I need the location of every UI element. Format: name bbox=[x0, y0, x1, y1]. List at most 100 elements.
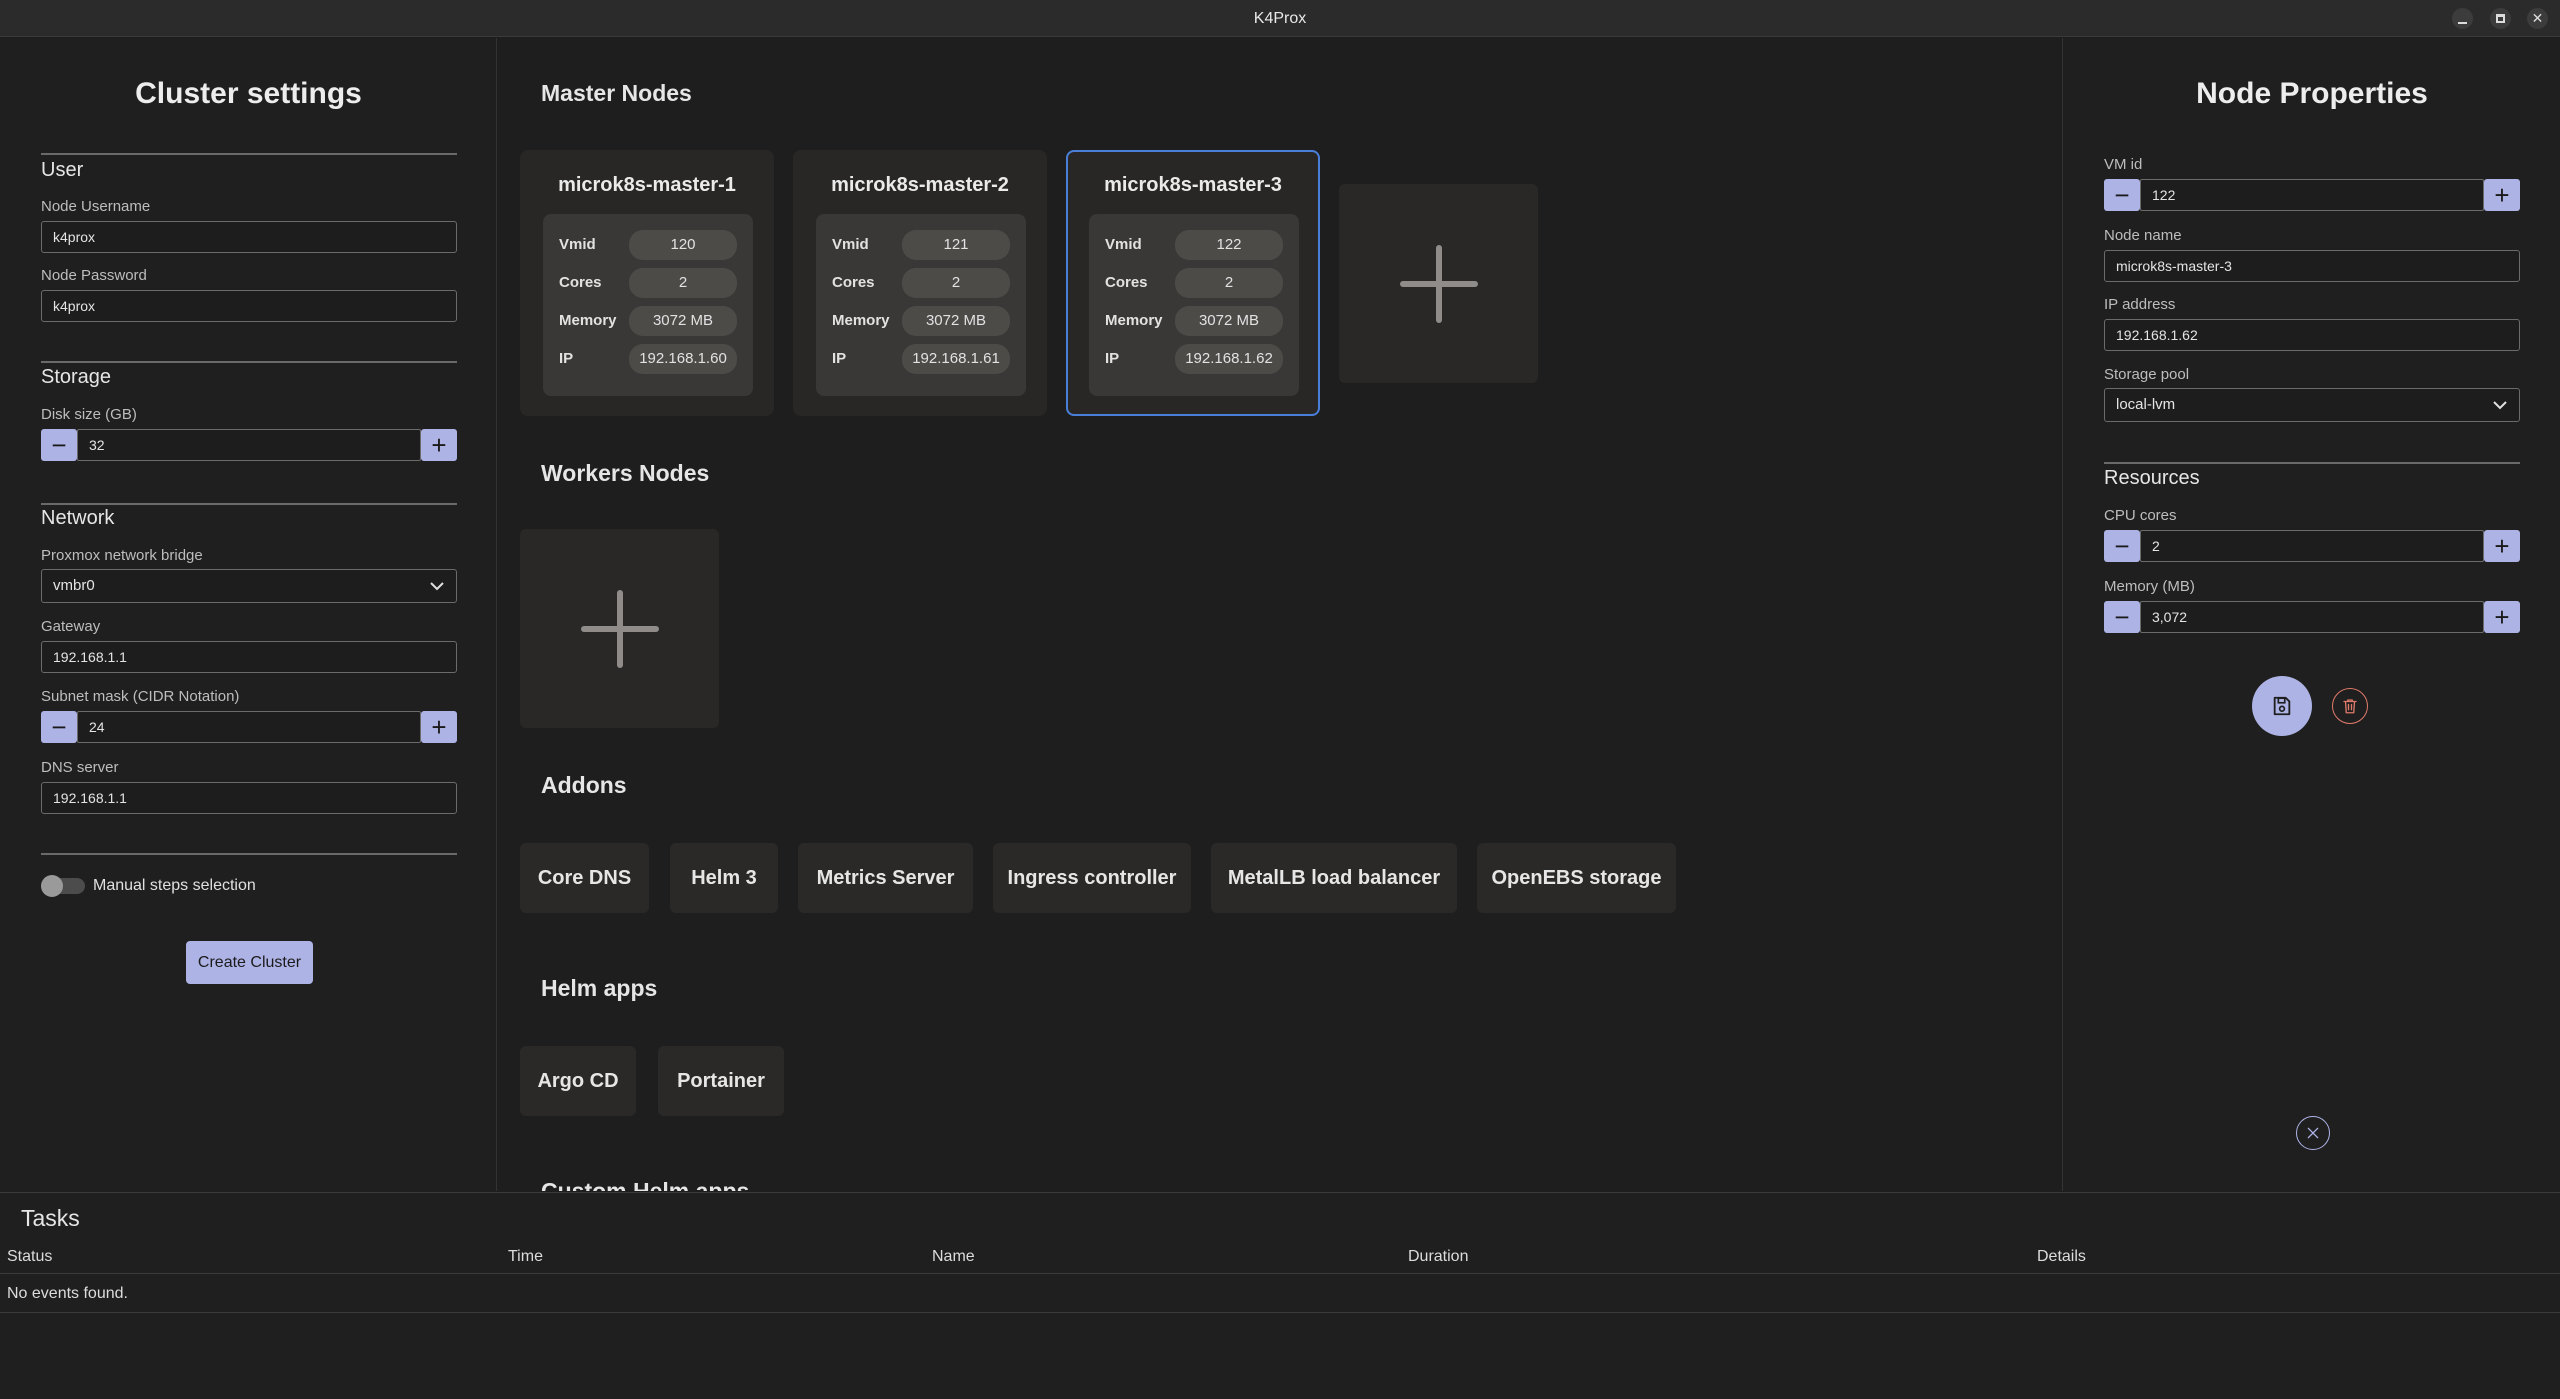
empty-state-text: No events found. bbox=[7, 1285, 128, 1302]
cores-value: 2 bbox=[1175, 268, 1283, 298]
addon-chip[interactable]: Core DNS bbox=[520, 843, 649, 913]
master-node-card[interactable]: microk8s-master-2 Vmid 121 Cores 2 Memory 3… bbox=[793, 150, 1047, 416]
cores-value: 2 bbox=[629, 268, 737, 298]
helm-app-chip[interactable]: Portainer bbox=[658, 1046, 784, 1116]
cpu-cores-label: CPU cores bbox=[2104, 507, 2177, 524]
network-section-title: Network bbox=[41, 507, 115, 529]
decrement-button[interactable]: − bbox=[41, 711, 77, 743]
vmid-input[interactable]: 122 bbox=[2140, 179, 2484, 211]
column-header[interactable]: Duration bbox=[1408, 1240, 1468, 1274]
column-header[interactable]: Time bbox=[508, 1240, 543, 1274]
user-section-title: User bbox=[41, 159, 84, 181]
increment-button[interactable]: + bbox=[2484, 179, 2520, 211]
node-username-label: Node Username bbox=[41, 198, 151, 215]
memory-label: Memory (MB) bbox=[2104, 578, 2195, 595]
column-header[interactable]: Name bbox=[932, 1240, 975, 1274]
helm-app-chip[interactable]: Argo CD bbox=[520, 1046, 636, 1116]
subnet-mask-input[interactable]: 24 bbox=[77, 711, 421, 743]
storage-pool-value: local-lvm bbox=[2116, 396, 2176, 413]
increment-button[interactable]: + bbox=[2484, 530, 2520, 562]
addon-chip[interactable]: Metrics Server bbox=[798, 843, 973, 913]
master-nodes-title: Master Nodes bbox=[541, 80, 692, 106]
tasks-panel: Tasks Status Time Name Duration Details … bbox=[0, 1192, 2560, 1399]
decrement-button[interactable]: − bbox=[41, 429, 77, 461]
memory-value: 3072 MB bbox=[902, 306, 1010, 336]
memory-stepper: − 3,072 + bbox=[2104, 601, 2520, 633]
ip-label: IP bbox=[559, 350, 574, 367]
memory-value: 3072 MB bbox=[1175, 306, 1283, 336]
vmid-value: 122 bbox=[1175, 230, 1283, 260]
dns-server-input[interactable]: 192.168.1.1 bbox=[41, 782, 457, 814]
node-name: microk8s-master-3 bbox=[1104, 174, 1282, 196]
subnet-mask-stepper: − 24 + bbox=[41, 711, 457, 743]
ip-value: 192.168.1.61 bbox=[902, 344, 1010, 374]
chevron-down-icon bbox=[2493, 401, 2507, 410]
network-bridge-select[interactable]: vmbr0 bbox=[41, 569, 457, 603]
node-info: Vmid 122 Cores 2 Memory 3072 MB IP 192.168.1… bbox=[1089, 214, 1299, 396]
master-node-card[interactable]: microk8s-master-1 Vmid 120 Cores 2 Memory 3… bbox=[520, 150, 774, 416]
decrement-button[interactable]: − bbox=[2104, 530, 2140, 562]
node-properties-panel: Node Properties VM id − 122 + Node name … bbox=[2062, 38, 2560, 1191]
custom-helm-apps-title: Custom Helm apps bbox=[541, 1178, 750, 1191]
close-window-button[interactable]: ✕ bbox=[2527, 8, 2548, 29]
divider bbox=[41, 361, 457, 363]
vmid-label: Vmid bbox=[559, 236, 596, 253]
workers-nodes-title: Workers Nodes bbox=[541, 460, 710, 486]
node-info: Vmid 120 Cores 2 Memory 3072 MB IP 192.168.1… bbox=[543, 214, 753, 396]
close-icon: ✕ bbox=[2531, 10, 2544, 26]
add-worker-node-button[interactable] bbox=[520, 529, 719, 728]
subnet-mask-label: Subnet mask (CIDR Notation) bbox=[41, 688, 240, 705]
create-cluster-button[interactable]: Create Cluster bbox=[186, 941, 313, 984]
node-password-input[interactable]: k4prox bbox=[41, 290, 457, 322]
vmid-label: VM id bbox=[2104, 156, 2143, 173]
cluster-settings-title: Cluster settings bbox=[135, 77, 362, 110]
addon-chip[interactable]: MetalLB load balancer bbox=[1211, 843, 1457, 913]
disk-size-stepper: − 32 + bbox=[41, 429, 457, 461]
maximize-icon bbox=[2496, 14, 2505, 23]
node-name-label: Node name bbox=[2104, 227, 2182, 244]
decrement-button[interactable]: − bbox=[2104, 179, 2140, 211]
save-icon bbox=[2273, 696, 2291, 716]
dns-server-label: DNS server bbox=[41, 759, 119, 776]
addon-chip[interactable]: Helm 3 bbox=[670, 843, 778, 913]
vmid-value: 120 bbox=[629, 230, 737, 260]
storage-pool-select[interactable]: local-lvm bbox=[2104, 388, 2520, 422]
cpu-cores-input[interactable]: 2 bbox=[2140, 530, 2484, 562]
cpu-cores-stepper: − 2 + bbox=[2104, 530, 2520, 562]
column-header[interactable]: Status bbox=[7, 1240, 52, 1274]
close-panel-button[interactable] bbox=[2296, 1116, 2330, 1150]
cores-label: Cores bbox=[1105, 274, 1148, 291]
addon-chip[interactable]: Ingress controller bbox=[993, 843, 1191, 913]
node-username-input[interactable]: k4prox bbox=[41, 221, 457, 253]
addon-chip[interactable]: OpenEBS storage bbox=[1477, 843, 1676, 913]
tasks-title: Tasks bbox=[21, 1205, 80, 1231]
gateway-input[interactable]: 192.168.1.1 bbox=[41, 641, 457, 673]
increment-button[interactable]: + bbox=[421, 711, 457, 743]
maximize-button[interactable] bbox=[2490, 8, 2511, 29]
disk-size-input[interactable]: 32 bbox=[77, 429, 421, 461]
node-properties-title: Node Properties bbox=[2196, 77, 2428, 110]
master-node-card-selected[interactable]: microk8s-master-3 Vmid 122 Cores 2 Memory 3… bbox=[1066, 150, 1320, 416]
save-node-button[interactable] bbox=[2252, 676, 2312, 736]
ip-value: 192.168.1.60 bbox=[629, 344, 737, 374]
node-name: microk8s-master-2 bbox=[831, 174, 1009, 196]
memory-input[interactable]: 3,072 bbox=[2140, 601, 2484, 633]
node-name: microk8s-master-1 bbox=[558, 174, 736, 196]
vmid-stepper: − 122 + bbox=[2104, 179, 2520, 211]
column-header[interactable]: Details bbox=[2037, 1240, 2086, 1274]
cores-label: Cores bbox=[832, 274, 875, 291]
node-name-input[interactable]: microk8s-master-3 bbox=[2104, 250, 2520, 282]
node-info: Vmid 121 Cores 2 Memory 3072 MB IP 192.168.1… bbox=[816, 214, 1026, 396]
network-bridge-label: Proxmox network bridge bbox=[41, 547, 203, 564]
storage-pool-label: Storage pool bbox=[2104, 366, 2190, 383]
increment-button[interactable]: + bbox=[2484, 601, 2520, 633]
ip-address-input[interactable]: 192.168.1.62 bbox=[2104, 319, 2520, 351]
cores-label: Cores bbox=[559, 274, 602, 291]
decrement-button[interactable]: − bbox=[2104, 601, 2140, 633]
increment-button[interactable]: + bbox=[421, 429, 457, 461]
chevron-down-icon bbox=[430, 582, 444, 591]
manual-steps-toggle[interactable] bbox=[41, 875, 85, 897]
delete-node-button[interactable] bbox=[2332, 688, 2368, 724]
minimize-button[interactable] bbox=[2452, 8, 2473, 29]
add-master-node-button[interactable] bbox=[1339, 184, 1538, 383]
